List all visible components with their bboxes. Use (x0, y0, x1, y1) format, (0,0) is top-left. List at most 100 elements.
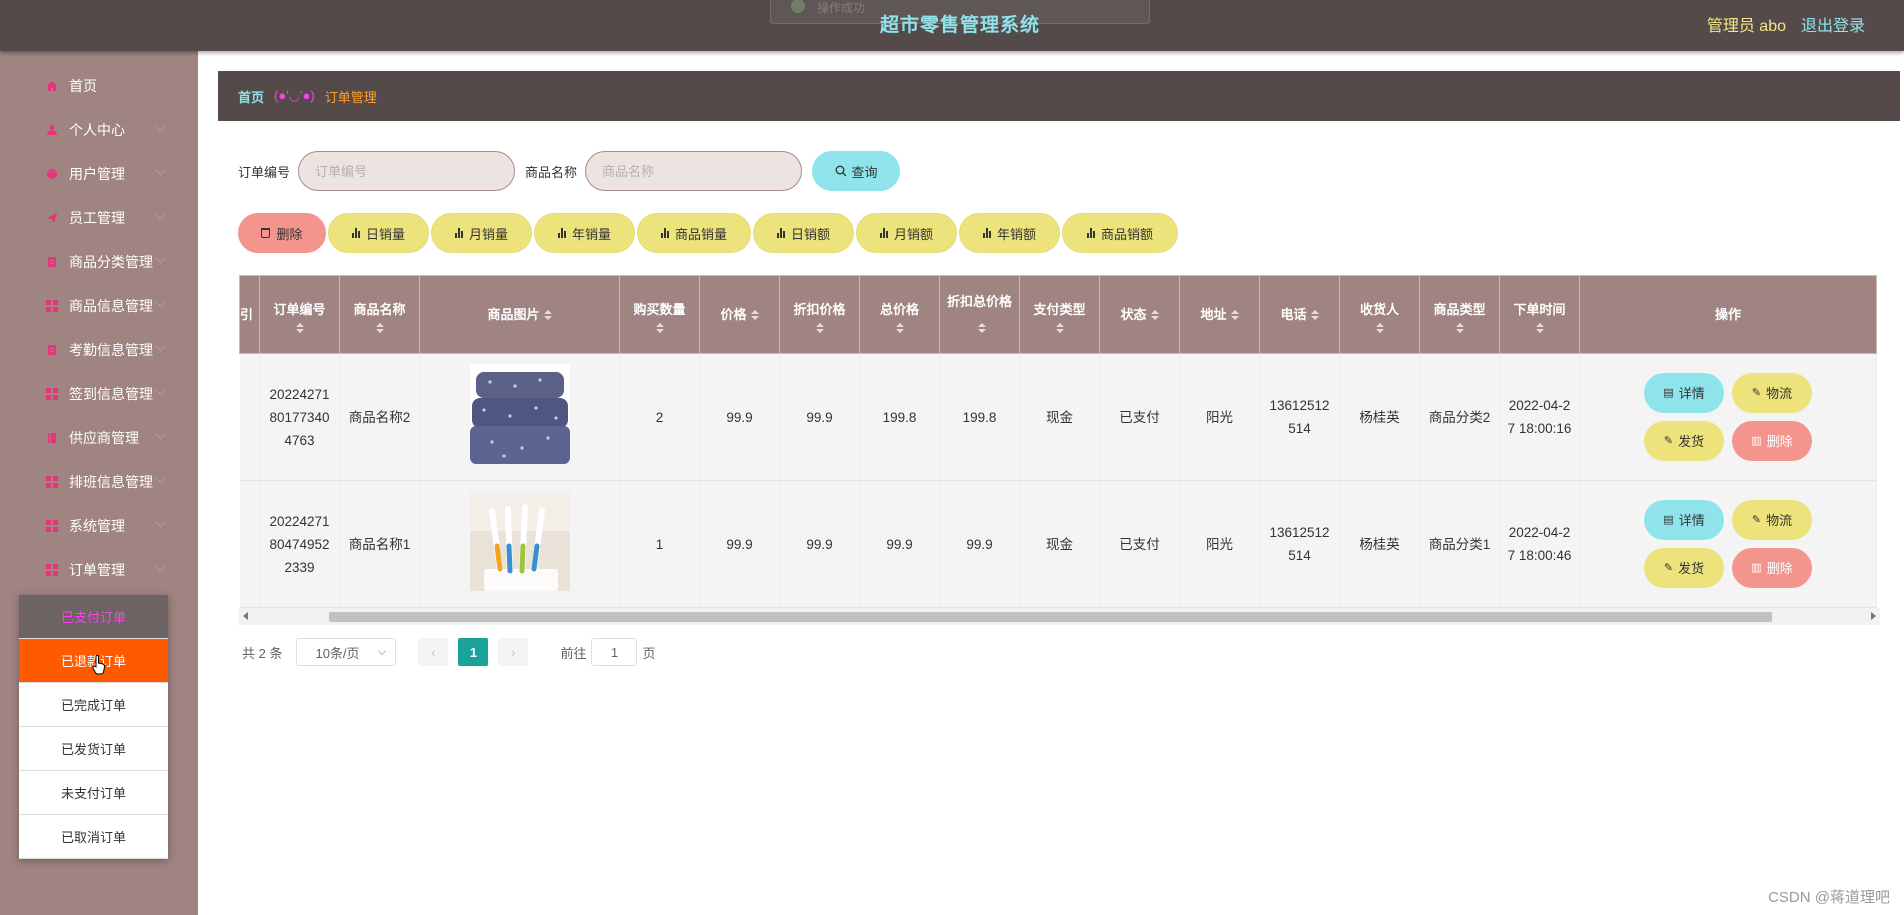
scrollbar-thumb[interactable] (329, 612, 1772, 622)
sort-icon[interactable] (815, 322, 824, 333)
sort-icon[interactable] (1150, 310, 1159, 321)
sort-icon[interactable] (1230, 310, 1239, 321)
product-name-input[interactable] (585, 151, 803, 191)
submenu-paid-orders[interactable]: 已支付订单 (19, 595, 168, 639)
product-sales-amount-button[interactable]: 商品销额 (1062, 213, 1178, 253)
column-header-address[interactable]: 地址 (1179, 275, 1260, 354)
sidebar-item-home[interactable]: 首页 (0, 64, 198, 108)
time-cell: 2022-04-27 18:00:16 (1499, 353, 1580, 481)
edit-icon: ✎ (1751, 386, 1762, 399)
column-header-discount-price[interactable]: 折扣价格 (779, 275, 860, 354)
column-header-total[interactable]: 总价格 (859, 275, 940, 354)
yearly-sales-amount-button[interactable]: 年销额 (959, 213, 1060, 253)
sidebar-item-label: 订单管理 (69, 562, 125, 578)
sort-icon[interactable] (1055, 322, 1064, 333)
logistics-button[interactable]: ✎ 物流 (1732, 500, 1812, 540)
logistics-button[interactable]: ✎ 物流 (1732, 373, 1812, 413)
column-header-status[interactable]: 状态 (1099, 275, 1180, 354)
order-no-cell: 20224271804749522339 (259, 480, 340, 608)
daily-sales-qty-button[interactable]: 日销量 (328, 213, 429, 253)
sidebar-item-system[interactable]: 系统管理 (0, 504, 198, 548)
column-header-time[interactable]: 下单时间 (1499, 275, 1580, 354)
monthly-sales-amount-button[interactable]: 月销额 (856, 213, 957, 253)
batch-delete-button[interactable]: 删除 (238, 213, 326, 253)
bar-chart-icon (776, 228, 785, 238)
column-header-phone[interactable]: 电话 (1259, 275, 1340, 354)
receiver-cell: 杨桂英 (1339, 353, 1420, 481)
breadcrumb-home[interactable]: 首页 (238, 87, 264, 106)
query-button[interactable]: 查询 (812, 151, 901, 191)
yearly-sales-qty-button[interactable]: 年销量 (534, 213, 635, 253)
product-image-cell (419, 353, 620, 481)
page-number-1[interactable]: 1 (458, 638, 489, 666)
daily-sales-amount-button[interactable]: 日销额 (753, 213, 854, 253)
product-sales-qty-button[interactable]: 商品销量 (637, 213, 751, 253)
detail-button[interactable]: ▤ 详情 (1644, 500, 1724, 540)
submenu-shipped-orders[interactable]: 已发货订单 (19, 727, 168, 771)
sort-icon[interactable] (1375, 322, 1384, 333)
sort-icon[interactable] (750, 310, 759, 321)
delete-button[interactable]: ▥ 删除 (1732, 421, 1812, 461)
sort-icon[interactable] (1455, 322, 1464, 333)
scroll-right-icon[interactable] (1871, 612, 1876, 620)
sidebar-item-staff[interactable]: 员工管理 (0, 196, 198, 240)
product-name-label: 商品名称 (525, 164, 578, 180)
sort-icon[interactable] (977, 323, 986, 334)
ship-button[interactable]: ✎ 发货 (1644, 548, 1724, 588)
sidebar-item-schedule[interactable]: 排班信息管理 (0, 460, 198, 504)
clipboard-icon (45, 343, 59, 357)
column-header-price[interactable]: 价格 (699, 275, 780, 354)
sidebar-item-checkin[interactable]: 签到信息管理 (0, 372, 198, 416)
column-header-discount-total[interactable]: 折扣总价格 (939, 275, 1020, 354)
goto-page-input[interactable] (591, 638, 638, 666)
monthly-sales-qty-button[interactable]: 月销量 (431, 213, 532, 253)
logout-link[interactable]: 退出登录 (1801, 12, 1865, 36)
column-header-product-name[interactable]: 商品名称 (339, 275, 420, 354)
grid-icon (45, 519, 59, 533)
button-label: 月销量 (468, 226, 508, 242)
horizontal-scrollbar[interactable] (239, 608, 1880, 625)
sidebar-item-personal[interactable]: 个人中心 (0, 108, 198, 152)
sidebar-item-users[interactable]: 用户管理 (0, 152, 198, 196)
column-header-product-image[interactable]: 商品图片 (419, 275, 620, 354)
sidebar-item-label: 考勤信息管理 (69, 342, 153, 358)
submenu-cancelled-orders[interactable]: 已取消订单 (19, 815, 168, 859)
edit-icon: ✎ (1751, 513, 1762, 526)
column-header-actions: 操作 (1579, 275, 1877, 354)
sort-icon[interactable] (375, 322, 384, 333)
sort-icon[interactable] (895, 322, 904, 333)
search-icon (835, 165, 846, 177)
orders-submenu: 已支付订单 已退款订单 已完成订单 已发货订单 未支付订单 已取消订单 (19, 595, 168, 859)
sidebar-item-product[interactable]: 商品信息管理 (0, 284, 198, 328)
column-header-order-no[interactable]: 订单编号 (259, 275, 340, 354)
column-header-pay-type[interactable]: 支付类型 (1019, 275, 1100, 354)
quantity-cell: 1 (619, 480, 700, 608)
sort-icon[interactable] (1310, 310, 1319, 321)
sidebar-item-orders[interactable]: 订单管理 (0, 548, 198, 592)
user-icon (45, 123, 59, 137)
page-size-select[interactable]: 10条/页 (296, 638, 397, 666)
sort-icon[interactable] (1535, 322, 1544, 333)
sort-icon[interactable] (295, 322, 304, 333)
quantity-cell: 2 (619, 353, 700, 481)
column-header-receiver[interactable]: 收货人 (1339, 275, 1420, 354)
grid-icon (45, 299, 59, 313)
sidebar-item-supplier[interactable]: 供应商管理 (0, 416, 198, 460)
detail-button[interactable]: ▤ 详情 (1644, 373, 1724, 413)
sidebar-item-label: 个人中心 (69, 122, 125, 138)
sidebar-item-category[interactable]: 商品分类管理 (0, 240, 198, 284)
sort-icon[interactable] (655, 322, 664, 333)
sidebar-item-attendance[interactable]: 考勤信息管理 (0, 328, 198, 372)
column-header-category[interactable]: 商品类型 (1419, 275, 1500, 354)
column-header-quantity[interactable]: 购买数量 (619, 275, 700, 354)
scroll-left-icon[interactable] (243, 612, 248, 620)
submenu-unpaid-orders[interactable]: 未支付订单 (19, 771, 168, 815)
sort-icon[interactable] (543, 310, 552, 321)
order-no-input[interactable] (298, 151, 516, 191)
next-page-button[interactable]: › (498, 638, 529, 666)
delete-button[interactable]: ▥ 删除 (1732, 548, 1812, 588)
ship-button[interactable]: ✎ 发货 (1644, 421, 1724, 461)
prev-page-button[interactable]: ‹ (418, 638, 449, 666)
submenu-completed-orders[interactable]: 已完成订单 (19, 683, 168, 727)
user-label: 管理员 abo (1706, 18, 1786, 35)
